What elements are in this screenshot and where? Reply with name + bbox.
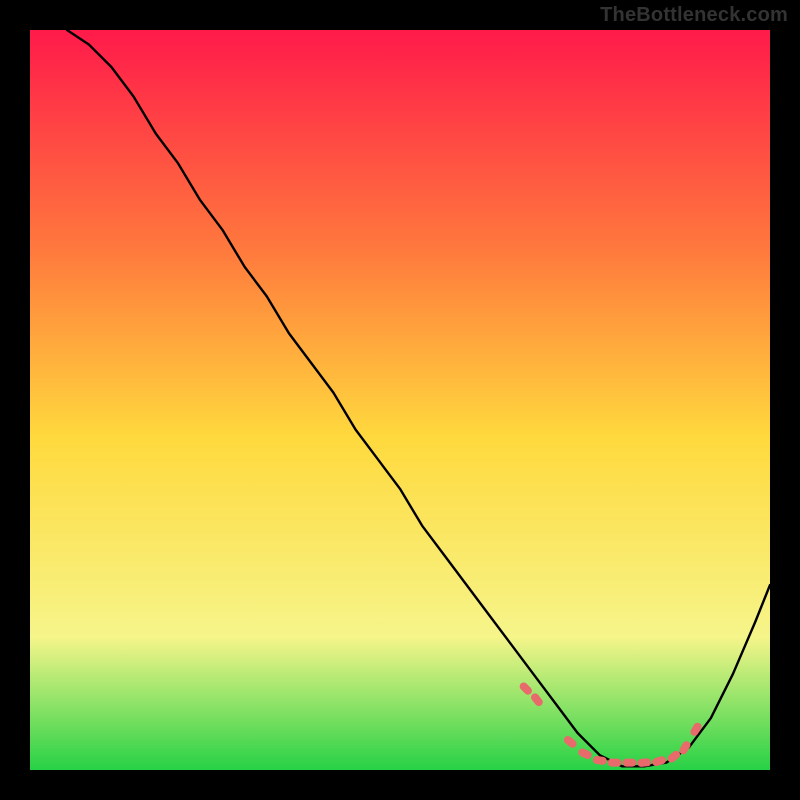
plot-area — [30, 30, 770, 770]
marker-dot — [622, 759, 636, 767]
marker-dot — [608, 759, 622, 767]
plot-svg — [30, 30, 770, 770]
chart-frame: TheBottleneck.com — [0, 0, 800, 800]
gradient-background — [30, 30, 770, 770]
watermark-text: TheBottleneck.com — [600, 4, 788, 27]
